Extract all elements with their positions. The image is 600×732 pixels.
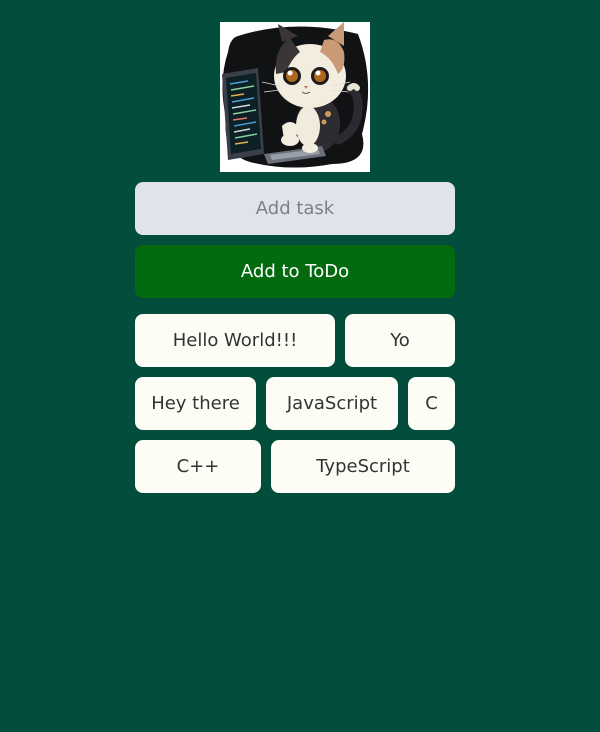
todo-item[interactable]: Hello World!!! (135, 314, 335, 367)
todo-app: Add to ToDo Hello World!!! Yo Hey there … (0, 0, 600, 732)
todo-item[interactable]: Hey there (135, 377, 256, 430)
task-input[interactable] (135, 182, 455, 235)
add-to-todo-button[interactable]: Add to ToDo (135, 245, 455, 298)
todo-item[interactable]: TypeScript (271, 440, 455, 493)
todo-item[interactable]: C++ (135, 440, 261, 493)
todo-item[interactable]: C (408, 377, 455, 430)
todo-item[interactable]: Yo (345, 314, 455, 367)
todo-list: Hello World!!! Yo Hey there JavaScript C… (135, 314, 455, 493)
cat-with-laptop-icon (220, 22, 370, 172)
todo-item[interactable]: JavaScript (266, 377, 398, 430)
